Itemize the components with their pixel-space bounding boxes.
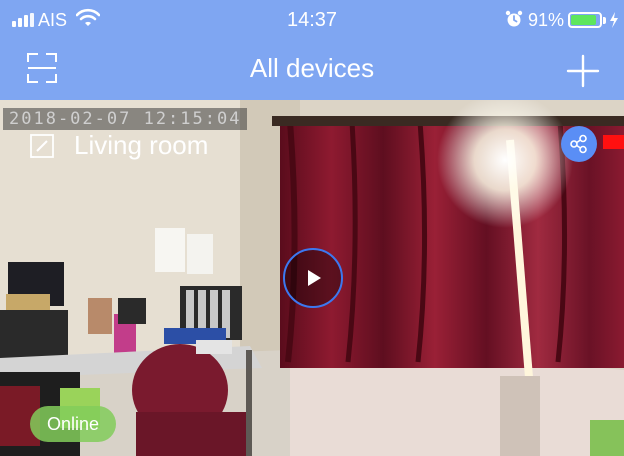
- recording-indicator: [603, 135, 624, 149]
- device-label[interactable]: Living room: [30, 130, 208, 161]
- share-icon: [570, 134, 587, 154]
- status-bar: AIS 14:37 91%: [0, 0, 624, 40]
- battery-percent: 91%: [528, 10, 565, 30]
- add-icon[interactable]: [566, 54, 600, 88]
- device-name: Living room: [74, 130, 209, 160]
- play-icon: [308, 270, 321, 286]
- share-button[interactable]: [561, 126, 597, 162]
- battery-nub: [603, 17, 606, 24]
- edit-icon[interactable]: [30, 133, 54, 158]
- battery-icon: [568, 12, 602, 28]
- status-badge: Online: [30, 406, 116, 442]
- camera-feed[interactable]: 2018-02-07 12:15:04 Living room Online: [0, 100, 624, 456]
- app-header: AIS 14:37 91% All devices: [0, 0, 624, 100]
- nav-bar: All devices: [0, 40, 624, 100]
- alarm-icon: [505, 10, 523, 27]
- charging-icon: [610, 12, 618, 28]
- battery-level: [571, 15, 596, 25]
- page-title: All devices: [249, 53, 375, 83]
- video-timestamp: 2018-02-07 12:15:04: [3, 108, 248, 130]
- play-button[interactable]: [283, 248, 343, 308]
